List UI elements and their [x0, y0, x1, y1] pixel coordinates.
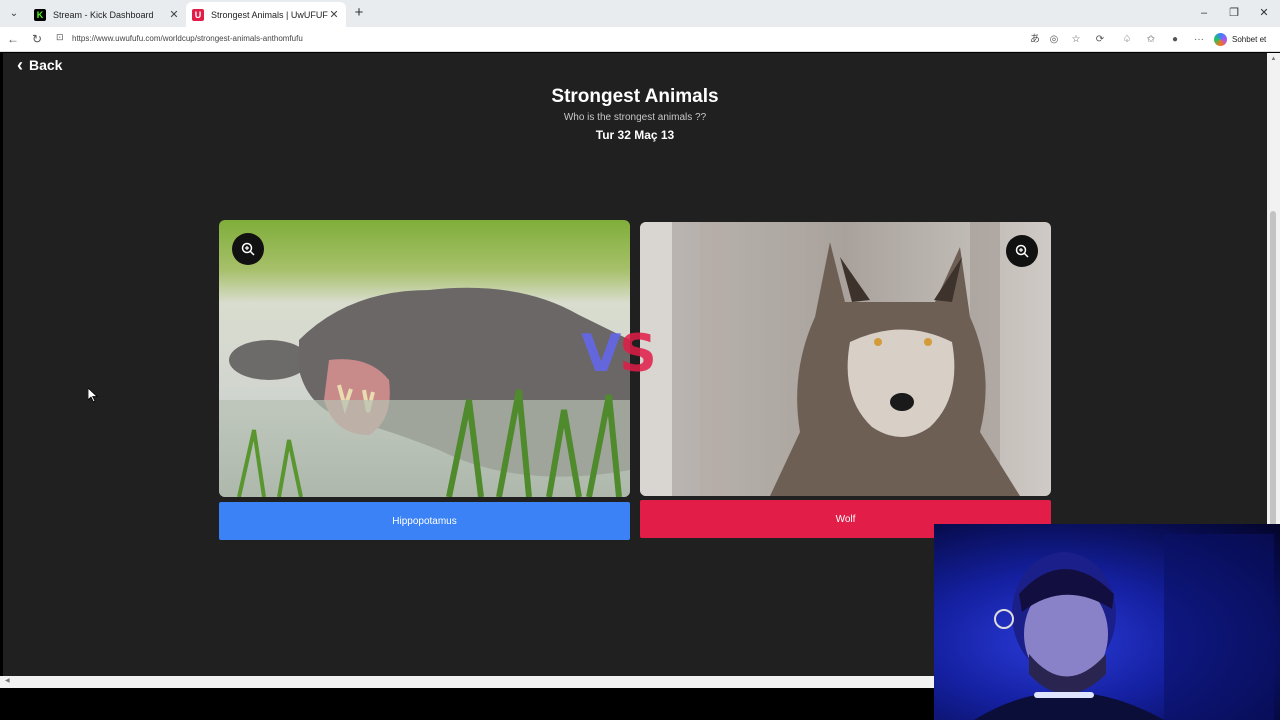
- kick-favicon-icon: K: [34, 8, 46, 21]
- favorite-star-icon[interactable]: ☆: [1069, 33, 1083, 47]
- zoom-in-icon[interactable]: [1006, 235, 1038, 267]
- reader-icon[interactable]: ◎: [1047, 33, 1061, 47]
- wolf-image[interactable]: [640, 222, 1051, 496]
- tab-kick-dashboard[interactable]: K Stream - Kick Dashboard ✕: [28, 2, 186, 27]
- hippopotamus-photo: [219, 220, 630, 497]
- page-title: Strongest Animals: [551, 86, 719, 107]
- address-toolbar: ← ↻ ⊡ https://www.uwufufu.com/worldcup/s…: [0, 27, 1280, 52]
- round-indicator: Tur 32 Maç 13: [595, 128, 675, 142]
- copilot-label: Sohbet et: [1232, 35, 1267, 44]
- page-subtitle: Who is the strongest animals ??: [563, 112, 707, 123]
- mouse-cursor-icon: [88, 388, 98, 403]
- tab-strongest-animals[interactable]: U Strongest Animals | UwUFUFU ✕: [186, 2, 346, 27]
- new-tab-plus-icon[interactable]: +: [351, 5, 367, 21]
- scroll-left-icon[interactable]: ◀: [5, 677, 10, 684]
- back-label: Back: [29, 57, 63, 73]
- scroll-up-icon[interactable]: ▲: [1269, 56, 1278, 62]
- vs-label: VS: [581, 324, 657, 384]
- back-button[interactable]: ‹ Back: [17, 56, 62, 74]
- extensions-icon[interactable]: ⟳: [1093, 33, 1107, 47]
- refresh-icon[interactable]: ↻: [29, 31, 45, 47]
- hippopotamus-image[interactable]: [219, 220, 630, 497]
- url-text: https://www.uwufufu.com/worldcup/stronge…: [72, 34, 303, 43]
- chevron-left-icon: ‹: [17, 55, 23, 75]
- close-tab-icon[interactable]: ✕: [328, 8, 340, 21]
- translate-icon[interactable]: あ: [1028, 33, 1042, 47]
- copilot-icon: [1214, 33, 1227, 46]
- more-options-icon[interactable]: ···: [1192, 33, 1206, 47]
- uwufufu-favicon-icon: U: [192, 8, 204, 21]
- webcam-overlay: [934, 524, 1280, 720]
- close-window-icon[interactable]: ✕: [1255, 5, 1273, 21]
- tab-title: Stream - Kick Dashboard: [53, 9, 154, 20]
- vs-s: S: [619, 324, 656, 384]
- site-info-icon[interactable]: ⊡: [56, 32, 64, 43]
- profile-avatar-icon[interactable]: ●: [1168, 33, 1182, 47]
- choose-hippopotamus-button[interactable]: Hippopotamus: [219, 502, 630, 540]
- copilot-button[interactable]: Sohbet et: [1214, 30, 1266, 49]
- back-arrow-icon[interactable]: ←: [5, 31, 21, 47]
- favorites-icon[interactable]: ✩: [1144, 33, 1158, 47]
- streamer-webcam-image: [974, 534, 1274, 720]
- browser-essentials-icon[interactable]: ♤: [1120, 33, 1134, 47]
- address-bar[interactable]: ⊡ https://www.uwufufu.com/worldcup/stron…: [52, 30, 1110, 49]
- tab-strip: ⌄ K Stream - Kick Dashboard ✕ U Stronges…: [0, 0, 1280, 27]
- zoom-in-icon[interactable]: [232, 233, 264, 265]
- tab-list-chevron-icon[interactable]: ⌄: [6, 6, 22, 22]
- tab-title: Strongest Animals | UwUFUFU: [211, 9, 328, 20]
- close-tab-icon[interactable]: ✕: [168, 8, 180, 21]
- minimize-icon[interactable]: –: [1195, 5, 1213, 21]
- restore-icon[interactable]: ❐: [1225, 5, 1243, 21]
- wolf-photo: [640, 222, 1051, 496]
- vs-v: V: [581, 324, 621, 384]
